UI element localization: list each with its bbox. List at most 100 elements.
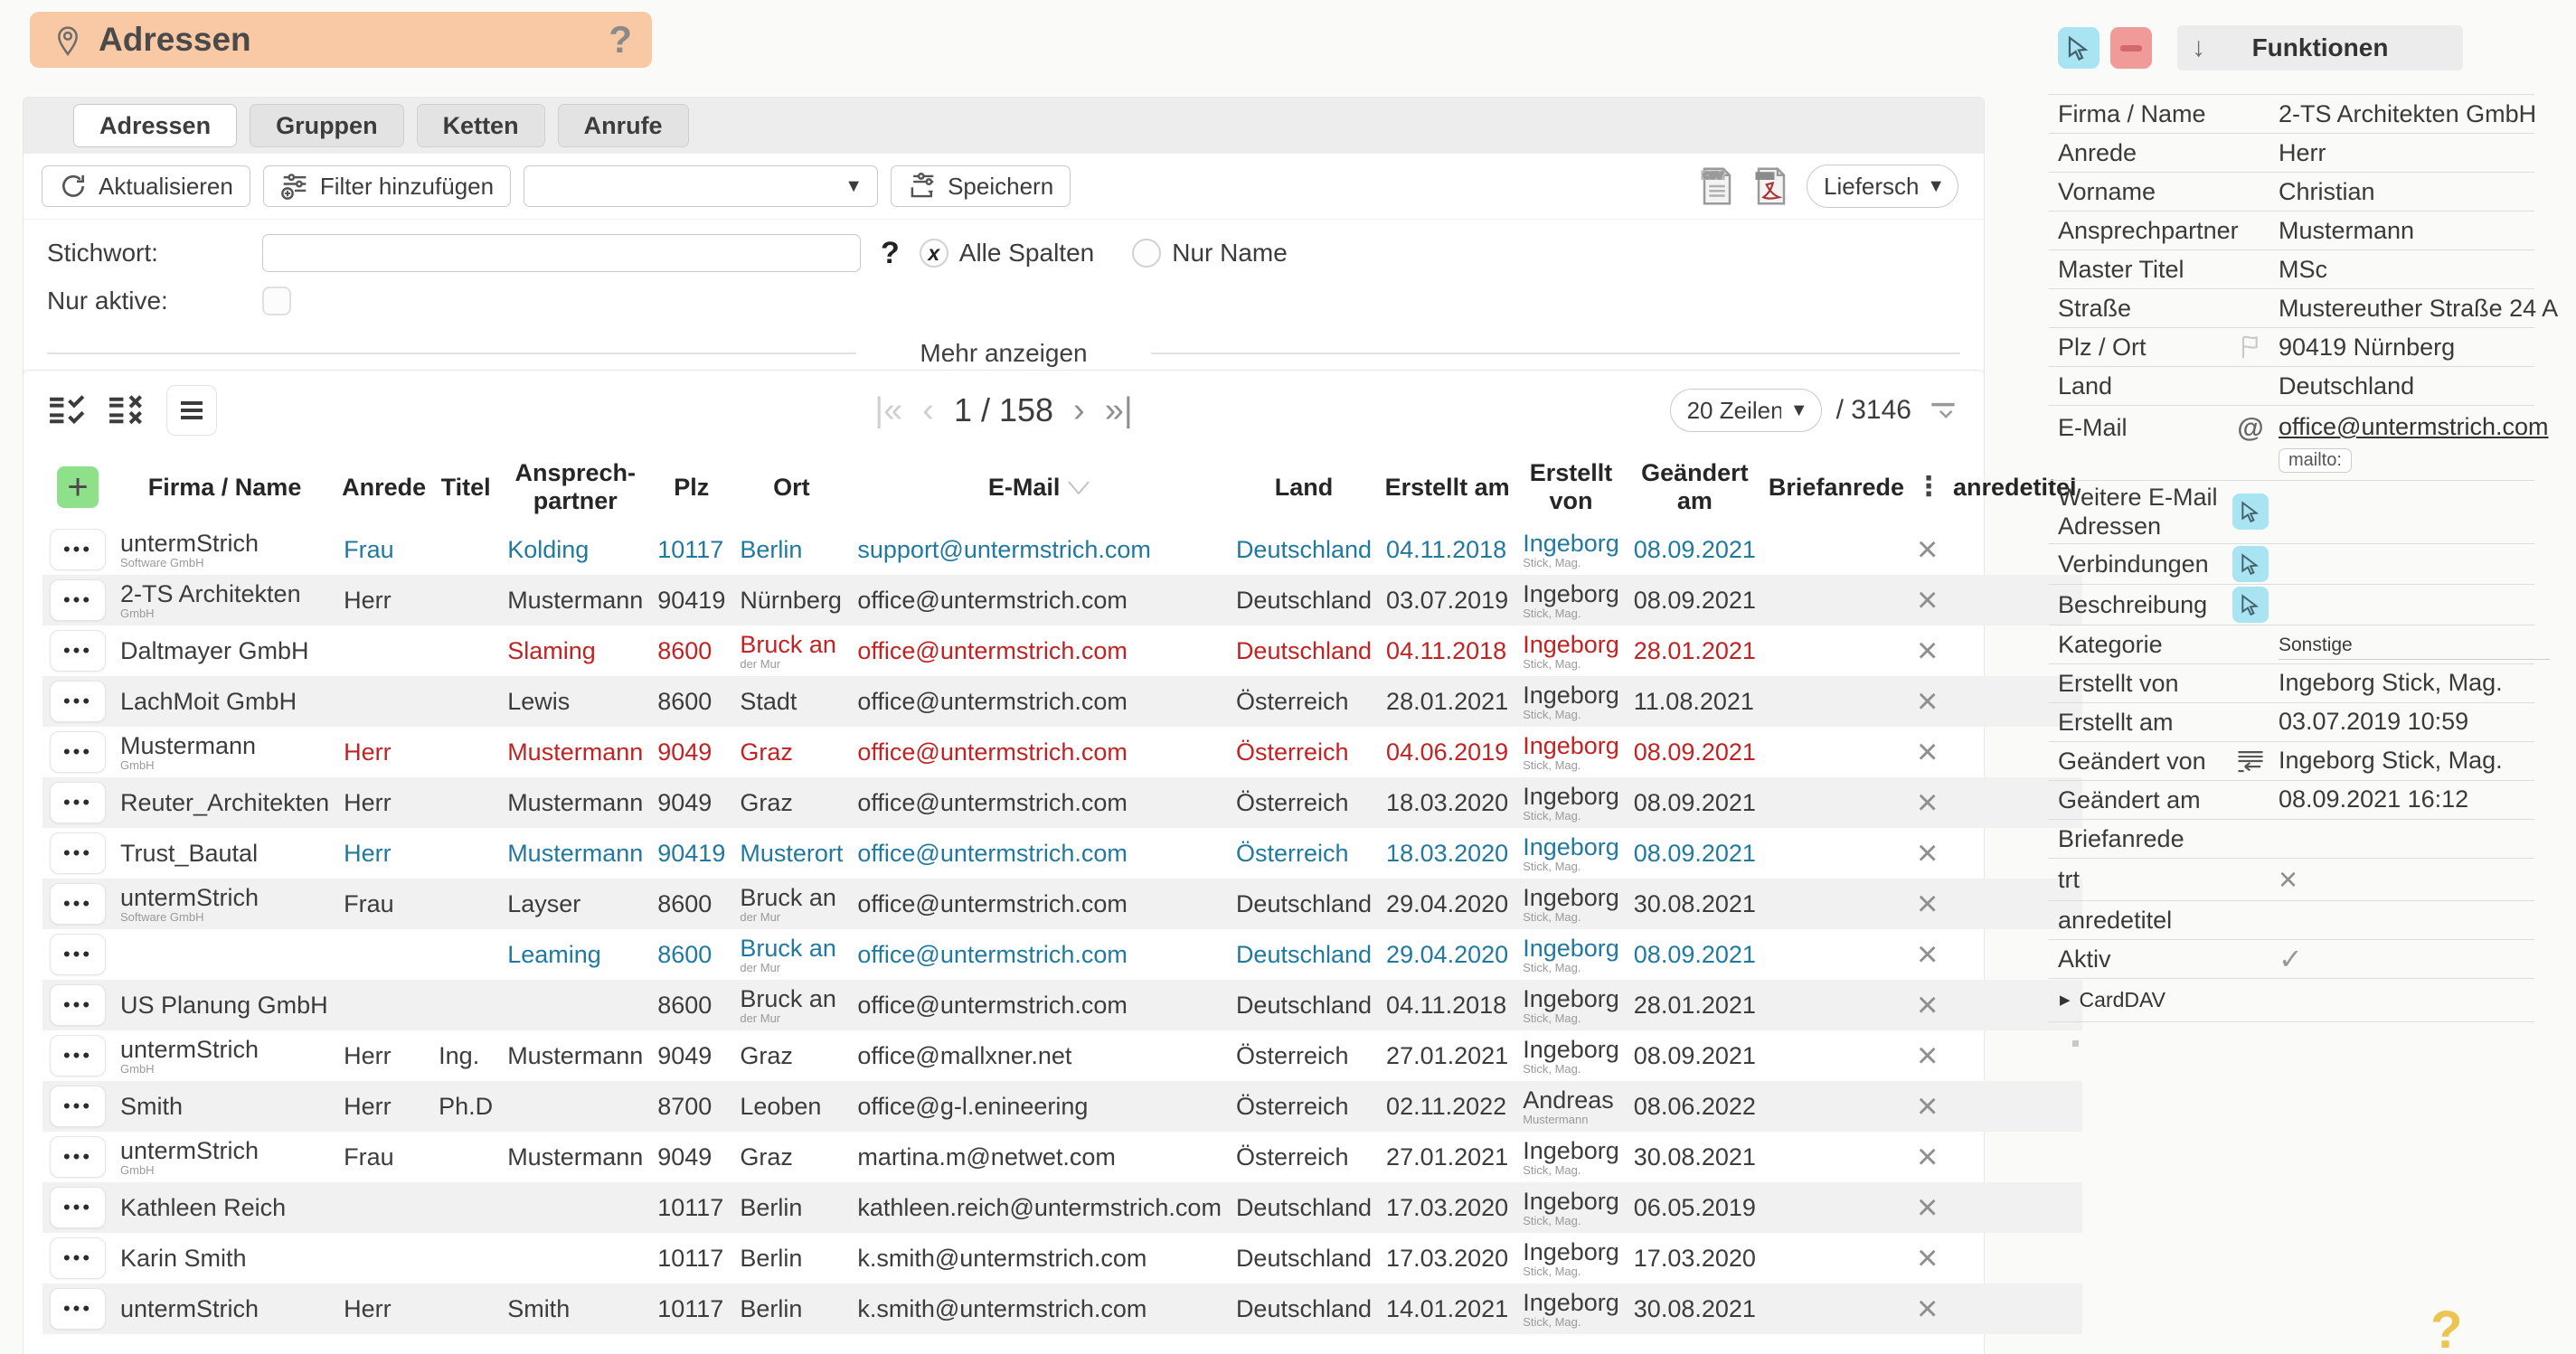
col-anrede[interactable]: Anrede: [336, 450, 431, 524]
prev-page-button[interactable]: ‹: [922, 393, 934, 428]
row-options-button[interactable]: •••: [50, 529, 106, 570]
lieferschein-select[interactable]: Lieferschein ▼: [1807, 165, 1958, 208]
table-row[interactable]: •••Leaming8600Bruck ander Muroffice@unte…: [42, 929, 2082, 980]
rows-per-page-select[interactable]: 20 Zeilen ▼: [1670, 389, 1822, 432]
keyword-input[interactable]: [262, 234, 861, 272]
filter-select[interactable]: ▼: [524, 165, 878, 207]
search-help[interactable]: ?: [881, 236, 900, 271]
row-options-button[interactable]: •••: [50, 832, 106, 874]
email-text[interactable]: office@untermstrich.com: [857, 840, 1128, 867]
email-text[interactable]: office@untermstrich.com: [857, 637, 1128, 664]
email-text[interactable]: office@untermstrich.com: [857, 738, 1128, 766]
table-row[interactable]: •••LachMoit GmbHLewis8600Stadtoffice@unt…: [42, 676, 2082, 727]
last-page-button[interactable]: »|: [1105, 393, 1133, 428]
title-help-button[interactable]: ?: [609, 18, 632, 61]
help-button[interactable]: ?: [2430, 1300, 2462, 1354]
pdf-export-icon[interactable]: [1752, 165, 1790, 207]
row-options-button[interactable]: •••: [50, 1237, 106, 1279]
select-record-button[interactable]: [2058, 27, 2099, 69]
active-only-checkbox[interactable]: [262, 287, 291, 315]
row-options-button[interactable]: •••: [50, 579, 106, 621]
email-text[interactable]: office@untermstrich.com: [857, 789, 1128, 816]
col-titel[interactable]: Titel: [431, 450, 500, 524]
row-options-button[interactable]: •••: [50, 782, 106, 823]
table-row[interactable]: •••untermStrichSoftware GmbHFrauKolding1…: [42, 524, 2082, 575]
open-detail-button[interactable]: [2232, 546, 2269, 582]
menu-button[interactable]: [166, 385, 217, 436]
table-row[interactable]: •••Daltmayer GmbHSlaming8600Bruck ander …: [42, 625, 2082, 676]
email-text[interactable]: kathleen.reich@untermstrich.com: [857, 1194, 1222, 1221]
select-all-icon[interactable]: [47, 392, 89, 428]
email-text[interactable]: support@untermstrich.com: [857, 536, 1151, 563]
row-options-button[interactable]: •••: [50, 731, 106, 773]
radio-all-columns[interactable]: Alle Spalten: [920, 239, 1094, 268]
email-text[interactable]: office@untermstrich.com: [857, 890, 1128, 917]
col-erstellt-von[interactable]: Erstellt von: [1515, 450, 1627, 524]
carddav-section[interactable]: ▶ CardDAV: [2049, 979, 2534, 1022]
open-detail-button[interactable]: [2232, 587, 2269, 623]
deselect-all-icon[interactable]: [107, 392, 148, 428]
col-geaendert-am[interactable]: Geändert am: [1627, 450, 1763, 524]
show-more-link[interactable]: Mehr anzeigen: [920, 339, 1087, 368]
table-row[interactable]: •••Kathleen Reich10117Berlinkathleen.rei…: [42, 1182, 2082, 1233]
row-options-button[interactable]: •••: [50, 1288, 106, 1330]
table-row[interactable]: •••untermStrichGmbHFrauMustermann9049Gra…: [42, 1132, 2082, 1182]
save-button[interactable]: Speichern: [891, 165, 1071, 207]
table-row[interactable]: •••Reuter_ArchitektenHerrMustermann9049G…: [42, 777, 2082, 828]
table-row[interactable]: •••untermStrichSoftware GmbHFrauLayser86…: [42, 879, 2082, 929]
csv-export-icon[interactable]: CSV: [1698, 165, 1736, 207]
email-link[interactable]: office@untermstrich.com: [2279, 413, 2549, 440]
tab-ketten[interactable]: Ketten: [417, 104, 545, 147]
tab-anrufe[interactable]: Anrufe: [558, 104, 689, 147]
email-text[interactable]: office@g-l.enineering: [857, 1093, 1088, 1120]
email-text[interactable]: office@untermstrich.com: [857, 992, 1128, 1019]
table-row[interactable]: •••SmithHerrPh.D8700Leobenoffice@g-l.eni…: [42, 1081, 2082, 1132]
row-options-button[interactable]: •••: [50, 1187, 106, 1228]
row-options-button[interactable]: •••: [50, 883, 106, 925]
refresh-button[interactable]: Aktualisieren: [42, 165, 250, 207]
col-land[interactable]: Land: [1229, 450, 1379, 524]
row-options-button[interactable]: •••: [50, 681, 106, 722]
row-options-button[interactable]: •••: [50, 1086, 106, 1127]
tab-adressen[interactable]: Adressen: [73, 104, 237, 147]
add-filter-button[interactable]: Filter hinzufügen: [263, 165, 511, 207]
col-briefanrede[interactable]: Briefanrede: [1763, 450, 1910, 524]
table-row[interactable]: •••Trust_BautalHerrMustermann90419Muster…: [42, 828, 2082, 879]
email-text[interactable]: office@untermstrich.com: [857, 587, 1128, 614]
row-options-button[interactable]: •••: [50, 630, 106, 672]
col-plz[interactable]: Plz: [650, 450, 732, 524]
tab-gruppen[interactable]: Gruppen: [250, 104, 404, 147]
col-ansprechpartner[interactable]: Ansprech-partner: [500, 450, 650, 524]
email-text[interactable]: k.smith@untermstrich.com: [857, 1245, 1146, 1272]
next-page-button[interactable]: ›: [1073, 393, 1085, 428]
remove-button[interactable]: [2110, 27, 2152, 69]
add-address-button[interactable]: +: [57, 466, 99, 508]
table-row[interactable]: •••Karin Smith10117Berlink.smith@unterms…: [42, 1233, 2082, 1283]
table-row[interactable]: •••2-TS ArchitektenGmbHHerrMustermann904…: [42, 575, 2082, 625]
email-text[interactable]: k.smith@untermstrich.com: [857, 1295, 1146, 1322]
row-options-button[interactable]: •••: [50, 934, 106, 975]
first-page-button[interactable]: |«: [874, 393, 902, 428]
table-row[interactable]: •••untermStrichGmbHHerrIng.Mustermann904…: [42, 1030, 2082, 1081]
open-detail-button[interactable]: [2232, 494, 2269, 530]
col-email[interactable]: E-Mail: [850, 450, 1229, 524]
email-text[interactable]: office@untermstrich.com: [857, 688, 1128, 715]
table-row[interactable]: •••untermStrichHerrSmith10117Berlink.smi…: [42, 1283, 2082, 1334]
functions-dropdown[interactable]: ↓ Funktionen: [2177, 25, 2463, 71]
row-options-button[interactable]: •••: [50, 984, 106, 1026]
field-value[interactable]: Sonstige: [2279, 635, 2550, 660]
email-text[interactable]: martina.m@netwet.com: [857, 1143, 1116, 1171]
table-row[interactable]: •••MustermannGmbHHerrMustermann9049Grazo…: [42, 727, 2082, 777]
detail-field-row: KategorieSonstige: [2049, 625, 2534, 664]
email-text[interactable]: office@mallxner.net: [857, 1042, 1071, 1069]
col-firma-name[interactable]: Firma / Name: [113, 450, 336, 524]
row-options-button[interactable]: •••: [50, 1136, 106, 1178]
radio-name-only[interactable]: Nur Name: [1132, 239, 1288, 268]
col-ort[interactable]: Ort: [732, 450, 850, 524]
collapse-icon[interactable]: [1926, 393, 1960, 428]
row-options-button[interactable]: •••: [50, 1035, 106, 1077]
col-erstellt-am[interactable]: Erstellt am: [1379, 450, 1515, 524]
table-row[interactable]: •••US Planung GmbH8600Bruck ander Muroff…: [42, 980, 2082, 1030]
email-text[interactable]: office@untermstrich.com: [857, 941, 1128, 968]
col-options-dots[interactable]: ⋮: [1910, 450, 1948, 524]
